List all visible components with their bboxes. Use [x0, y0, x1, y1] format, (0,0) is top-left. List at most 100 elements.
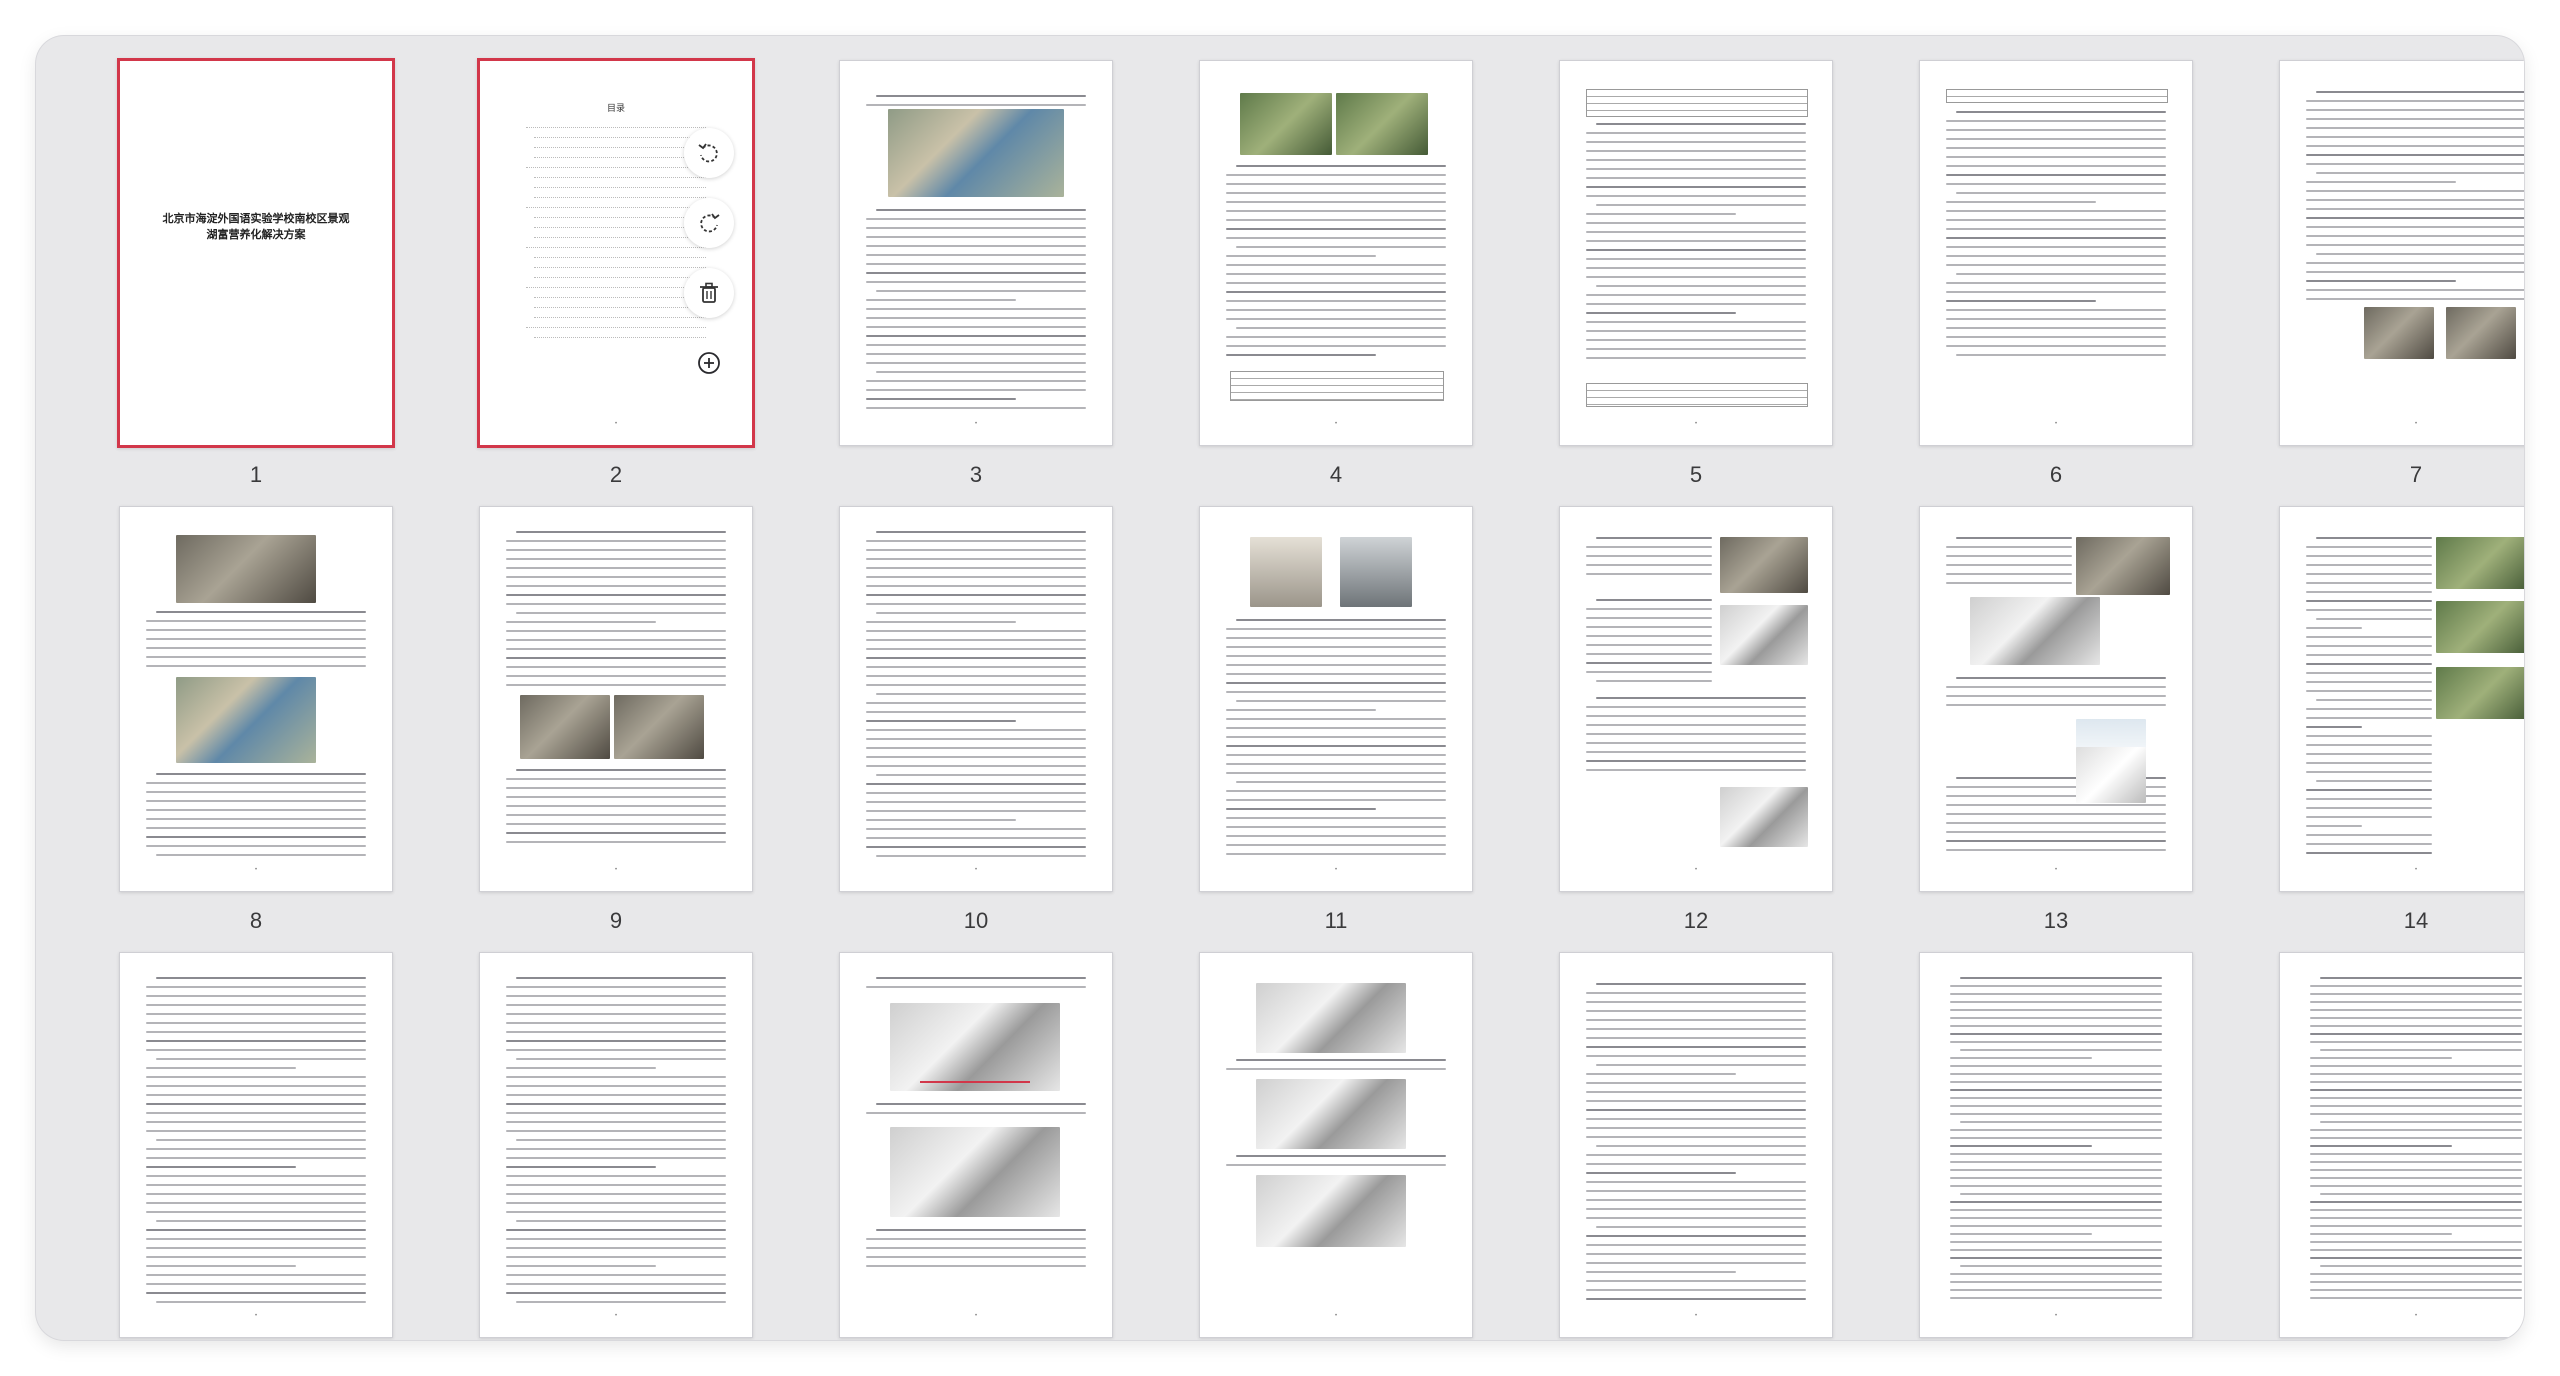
text-line [146, 620, 366, 622]
text-line [1586, 992, 1806, 994]
page-thumbnail[interactable]: • [479, 506, 753, 892]
toc-entry [526, 279, 706, 288]
text-line [1586, 159, 1806, 161]
text-line [1586, 742, 1806, 744]
page-thumbnail[interactable]: • [2279, 506, 2524, 892]
page-thumbnail[interactable]: • [1559, 952, 1833, 1338]
page-thumbnail-cell[interactable]: • 13 [1876, 492, 2236, 938]
text-line [1586, 1271, 1736, 1273]
text-line [866, 765, 1086, 767]
text-line [866, 603, 1086, 605]
text-line [2306, 753, 2432, 755]
text-line [1226, 808, 1376, 810]
text-line [2306, 798, 2432, 800]
text-line [1586, 132, 1806, 134]
page-thumbnail-cell[interactable]: •19 [1516, 938, 1876, 1340]
page-number-label: 14 [2403, 908, 2429, 933]
page-thumbnail[interactable]: • [1199, 60, 1473, 446]
page-thumbnail-cell[interactable]: •18 [1156, 938, 1516, 1340]
text-line [1226, 826, 1446, 828]
page-thumbnail[interactable]: • [119, 506, 393, 892]
page-thumbnail[interactable]: • [119, 952, 393, 1338]
text-line [1586, 276, 1806, 278]
page-thumbnail-cell[interactable]: • 11 [1156, 492, 1516, 938]
text-line [1586, 1046, 1806, 1048]
page-thumbnail-cell[interactable]: 目录 • 2 [436, 46, 796, 492]
page-thumbnail-cell[interactable]: •21 [2236, 938, 2524, 1340]
text-line [2320, 1265, 2522, 1267]
page-thumbnail-cell[interactable]: • 14 [2236, 492, 2524, 938]
page-thumbnail-cell[interactable]: • 6 [1876, 46, 2236, 492]
page-thumbnail[interactable]: • [1559, 60, 1833, 446]
page-thumbnail-cell[interactable]: •15 [76, 938, 436, 1340]
page-thumbnail[interactable]: • [2279, 60, 2524, 446]
page-thumbnail-cell[interactable]: • 4 [1156, 46, 1516, 492]
text-line [516, 977, 726, 979]
text-line [1226, 718, 1446, 720]
toc-entry [534, 269, 706, 278]
page-thumbnail[interactable]: • [839, 506, 1113, 892]
page-footer-mark: • [974, 1312, 978, 1319]
text-line [506, 1022, 726, 1024]
page-thumbnail-cell[interactable]: •20 [1876, 938, 2236, 1340]
page-thumbnail[interactable]: • [1919, 60, 2193, 446]
text-line [866, 702, 1086, 704]
delete-page-button[interactable] [684, 268, 734, 318]
page-thumbnail[interactable]: 北京市海淀外国语实验学校南校区景观 湖富营养化解决方案 [117, 58, 395, 448]
text-line [2310, 1273, 2522, 1275]
page-thumbnail-cell[interactable]: • 12 [1516, 492, 1876, 938]
text-line [1950, 1289, 2162, 1291]
text-line [1950, 1161, 2162, 1163]
text-line [1946, 291, 2166, 293]
text-line [866, 567, 1086, 569]
page-thumbnail[interactable]: • [479, 952, 753, 1338]
page-thumbnail-cell[interactable]: •17 [796, 938, 1156, 1340]
page-thumbnail-cell[interactable]: •16 [436, 938, 796, 1340]
page-thumbnail-cell[interactable]: • 3 [796, 46, 1156, 492]
text-line [516, 612, 726, 614]
page-thumbnail-cell[interactable]: • 10 [796, 492, 1156, 938]
page-thumbnail[interactable]: • [839, 952, 1113, 1338]
page-thumbnail[interactable]: • [1919, 506, 2193, 892]
page-thumbnail-cell[interactable]: • 7 [2236, 46, 2524, 492]
text-line [1946, 219, 2166, 221]
text-line [2310, 1017, 2522, 1019]
rotate-left-button[interactable] [684, 128, 734, 178]
text-line [1226, 309, 1446, 311]
text-line [1226, 228, 1446, 230]
toc-entry [534, 139, 706, 148]
text-line [2306, 582, 2432, 584]
text-line [866, 1238, 1086, 1240]
rotate-right-button[interactable] [684, 198, 734, 248]
text-line [1586, 1208, 1806, 1210]
text-line [1586, 635, 1712, 637]
text-line [2306, 690, 2432, 692]
page-thumbnail[interactable]: • [1919, 952, 2193, 1338]
text-line [876, 774, 1086, 776]
text-line [1946, 156, 2166, 158]
page-thumbnail[interactable]: • [1199, 506, 1473, 892]
page-thumbnail-cell[interactable]: • 5 [1516, 46, 1876, 492]
text-line [876, 531, 1086, 533]
text-line [146, 1193, 366, 1195]
text-line [1586, 186, 1806, 188]
text-line [1946, 282, 2166, 284]
page-thumbnail[interactable]: • [1559, 506, 1833, 892]
page-thumbnail[interactable]: • [839, 60, 1113, 446]
text-line [2306, 771, 2432, 773]
page-thumbnail-cell[interactable]: • 9 [436, 492, 796, 938]
text-line [1946, 686, 2166, 688]
text-line [2306, 127, 2524, 129]
insert-page-button[interactable] [684, 338, 734, 388]
text-line [1236, 246, 1446, 248]
text-line [156, 854, 366, 856]
page-thumbnail-cell[interactable]: • 8 [76, 492, 436, 938]
text-line [2306, 546, 2432, 548]
page-thumbnail[interactable]: • [1199, 952, 1473, 1338]
text-line [1950, 1025, 2162, 1027]
text-line [1226, 673, 1446, 675]
page-thumbnail-cell[interactable]: 北京市海淀外国语实验学校南校区景观 湖富营养化解决方案 1 [76, 46, 436, 492]
text-line [506, 1085, 726, 1087]
page-image [2436, 667, 2524, 719]
page-thumbnail[interactable]: • [2279, 952, 2524, 1338]
